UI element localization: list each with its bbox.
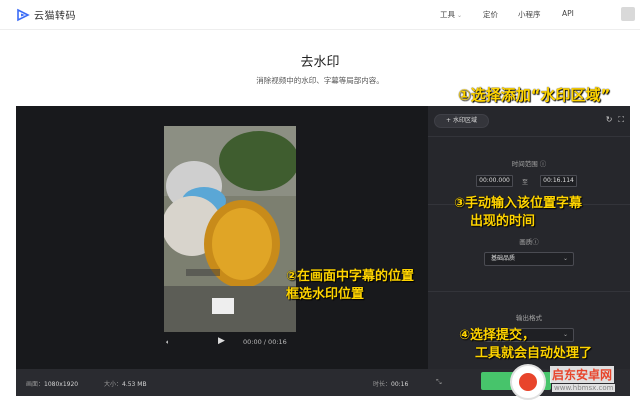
- annotation-step-3-line-2: 出现的时间: [470, 214, 536, 229]
- volume-icon[interactable]: 🔈︎: [166, 338, 170, 347]
- duration-label: 时长：: [373, 381, 392, 388]
- resolution-label: 画面：: [26, 381, 45, 388]
- site-watermark: 启东安卓网 www.hbmsx.com: [506, 360, 640, 405]
- watermark-logo-icon: [510, 364, 546, 400]
- annotation-step-4: ④选择提交， 工具就会自动处理了: [459, 327, 592, 363]
- video-preview[interactable]: [164, 126, 296, 332]
- annotation-step-2: ②在画面中字幕的位置 框选水印位置: [286, 268, 414, 304]
- time-range-label: 时间范围 ⓘ: [511, 160, 547, 168]
- duration-value: 00:16: [391, 381, 409, 388]
- logo-icon: [16, 8, 30, 22]
- annotation-step-2-line-1: ②在画面中字幕的位置: [286, 269, 415, 284]
- annotation-step-3-line-1: ③手动输入该位置字幕: [454, 196, 583, 211]
- size-label: 大小：: [104, 381, 123, 388]
- top-navigation-bar: 云猫转码 工具 ⌄ 定价 小程序 API: [0, 0, 640, 30]
- watermark-url: www.hbmsx.com: [552, 384, 616, 392]
- chevron-down-icon: ⌄: [457, 12, 463, 19]
- size-value: 4.53 MB: [122, 381, 147, 388]
- quality-label: 画质ⓘ: [519, 238, 539, 246]
- annotation-step-4-line-1: ④选择提交，: [459, 328, 536, 343]
- page-title: 去水印: [300, 55, 340, 70]
- nav-api[interactable]: API: [562, 9, 574, 18]
- start-time-input[interactable]: 00:00.000: [476, 175, 513, 187]
- nav-mini-program[interactable]: 小程序: [518, 9, 541, 20]
- annotation-step-2-line-2: 框选水印位置: [286, 287, 365, 302]
- avatar[interactable]: [621, 7, 635, 21]
- add-watermark-area-button[interactable]: + 水印区域: [434, 114, 489, 128]
- annotation-step-1: ①选择添加“水印区域”: [458, 86, 611, 104]
- output-format-label: 输出格式: [516, 314, 542, 322]
- size-info: 大小：4.53 MB: [104, 379, 147, 388]
- watermark-name: 启东安卓网: [550, 366, 615, 383]
- resolution-value: 1080x1920: [44, 381, 79, 388]
- to-label: 至: [522, 179, 529, 186]
- panel-tools: ↻ ⛶: [600, 115, 624, 125]
- divider: [428, 136, 630, 137]
- quality-select[interactable]: 基础品质 ⌄: [484, 252, 574, 266]
- chevron-down-icon: ⌄: [562, 255, 568, 262]
- refresh-icon[interactable]: ↻: [606, 115, 613, 124]
- nav-tools-label: 工具: [440, 10, 455, 19]
- video-frame-image: [164, 126, 296, 332]
- end-time-input[interactable]: 00:16.114: [540, 175, 577, 187]
- logo-text: 云猫转码: [34, 11, 76, 22]
- divider: [428, 291, 630, 292]
- site-logo[interactable]: 云猫转码: [16, 7, 76, 22]
- collapse-icon[interactable]: ⤡: [436, 378, 442, 387]
- page: 云猫转码 工具 ⌄ 定价 小程序 API 去水印 消除视频中的水印、字幕等局部内容…: [0, 0, 640, 405]
- duration-info: 时长：00:16: [373, 379, 408, 388]
- quality-value: 基础品质: [491, 255, 516, 262]
- preview-panel: 🔈︎ ▶ 00:00 / 00:16: [16, 106, 428, 396]
- nav-tools[interactable]: 工具 ⌄: [440, 9, 462, 20]
- resolution-info: 画面：1080x1920: [26, 379, 78, 388]
- playback-time: 00:00 / 00:16: [243, 338, 287, 346]
- annotation-step-3: ③手动输入该位置字幕 出现的时间: [454, 195, 582, 231]
- fullscreen-icon[interactable]: ⛶: [618, 115, 624, 124]
- play-icon[interactable]: ▶: [218, 336, 225, 346]
- nav-pricing[interactable]: 定价: [483, 9, 498, 20]
